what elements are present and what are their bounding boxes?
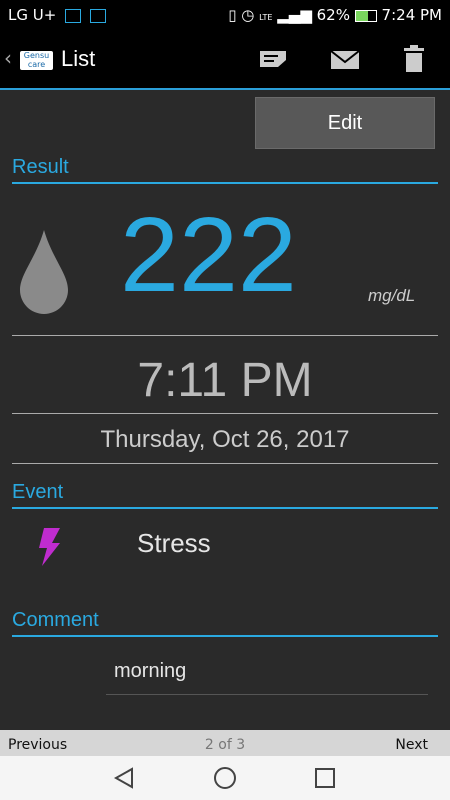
result-header: Result [12, 156, 438, 184]
recents-icon[interactable] [313, 766, 337, 790]
action-bar: ‹ Gensu care List [0, 30, 450, 90]
page-title: List [61, 46, 96, 71]
network-type: LTE [259, 13, 273, 22]
comment-header: Comment [12, 609, 438, 637]
lightning-bolt-icon [39, 528, 60, 566]
blood-drop-icon [20, 230, 68, 314]
signal-icon: ▂▄▆ [277, 6, 312, 24]
event-label: Stress [137, 528, 211, 558]
glucose-value: 222 [120, 196, 297, 314]
home-icon[interactable] [213, 766, 237, 790]
status-right: ▯ ◷ LTE ▂▄▆ 62% 7:24 PM [228, 6, 442, 24]
trash-icon[interactable] [401, 44, 427, 74]
vibrate-icon: ▯ [228, 6, 237, 24]
status-left: LG U+ [8, 6, 106, 24]
navigation-bar [0, 756, 450, 800]
alarm-icon: ◷ [241, 6, 255, 24]
reading-time: 7:11 PM [137, 354, 313, 407]
back-icon[interactable]: ‹ [4, 46, 12, 70]
usb-icon [89, 8, 106, 23]
content-area: Edit Result 222 mg/dL 7:11 PM Thursday, … [0, 90, 450, 730]
logo-line1: Gensu [23, 51, 50, 60]
logo-line2: care [27, 60, 46, 69]
glucose-unit: mg/dL [368, 286, 416, 305]
pager-bar: Previous 2 of 3 Next [0, 730, 450, 756]
clock: 7:24 PM [381, 6, 442, 24]
carrier-label: LG U+ [8, 6, 57, 24]
page-indicator: 2 of 3 [204, 737, 246, 753]
battery-icon [354, 9, 377, 22]
comment-text: morning [106, 660, 428, 695]
divider [12, 463, 438, 464]
next-button[interactable]: Next [395, 737, 428, 753]
app-logo[interactable]: Gensu care [20, 51, 53, 70]
status-bar: LG U+ ▯ ◷ LTE ▂▄▆ 62% 7:24 PM [0, 0, 450, 30]
mail-icon[interactable] [330, 44, 360, 74]
back-nav-icon[interactable] [112, 766, 136, 790]
notification-icon [65, 8, 82, 23]
edit-button[interactable]: Edit [255, 97, 435, 149]
battery-percent: 62% [316, 6, 350, 24]
divider [12, 335, 438, 336]
divider [12, 413, 438, 414]
reading-date: Thursday, Oct 26, 2017 [100, 426, 350, 453]
event-header: Event [12, 481, 438, 509]
share-icon[interactable] [258, 44, 288, 74]
